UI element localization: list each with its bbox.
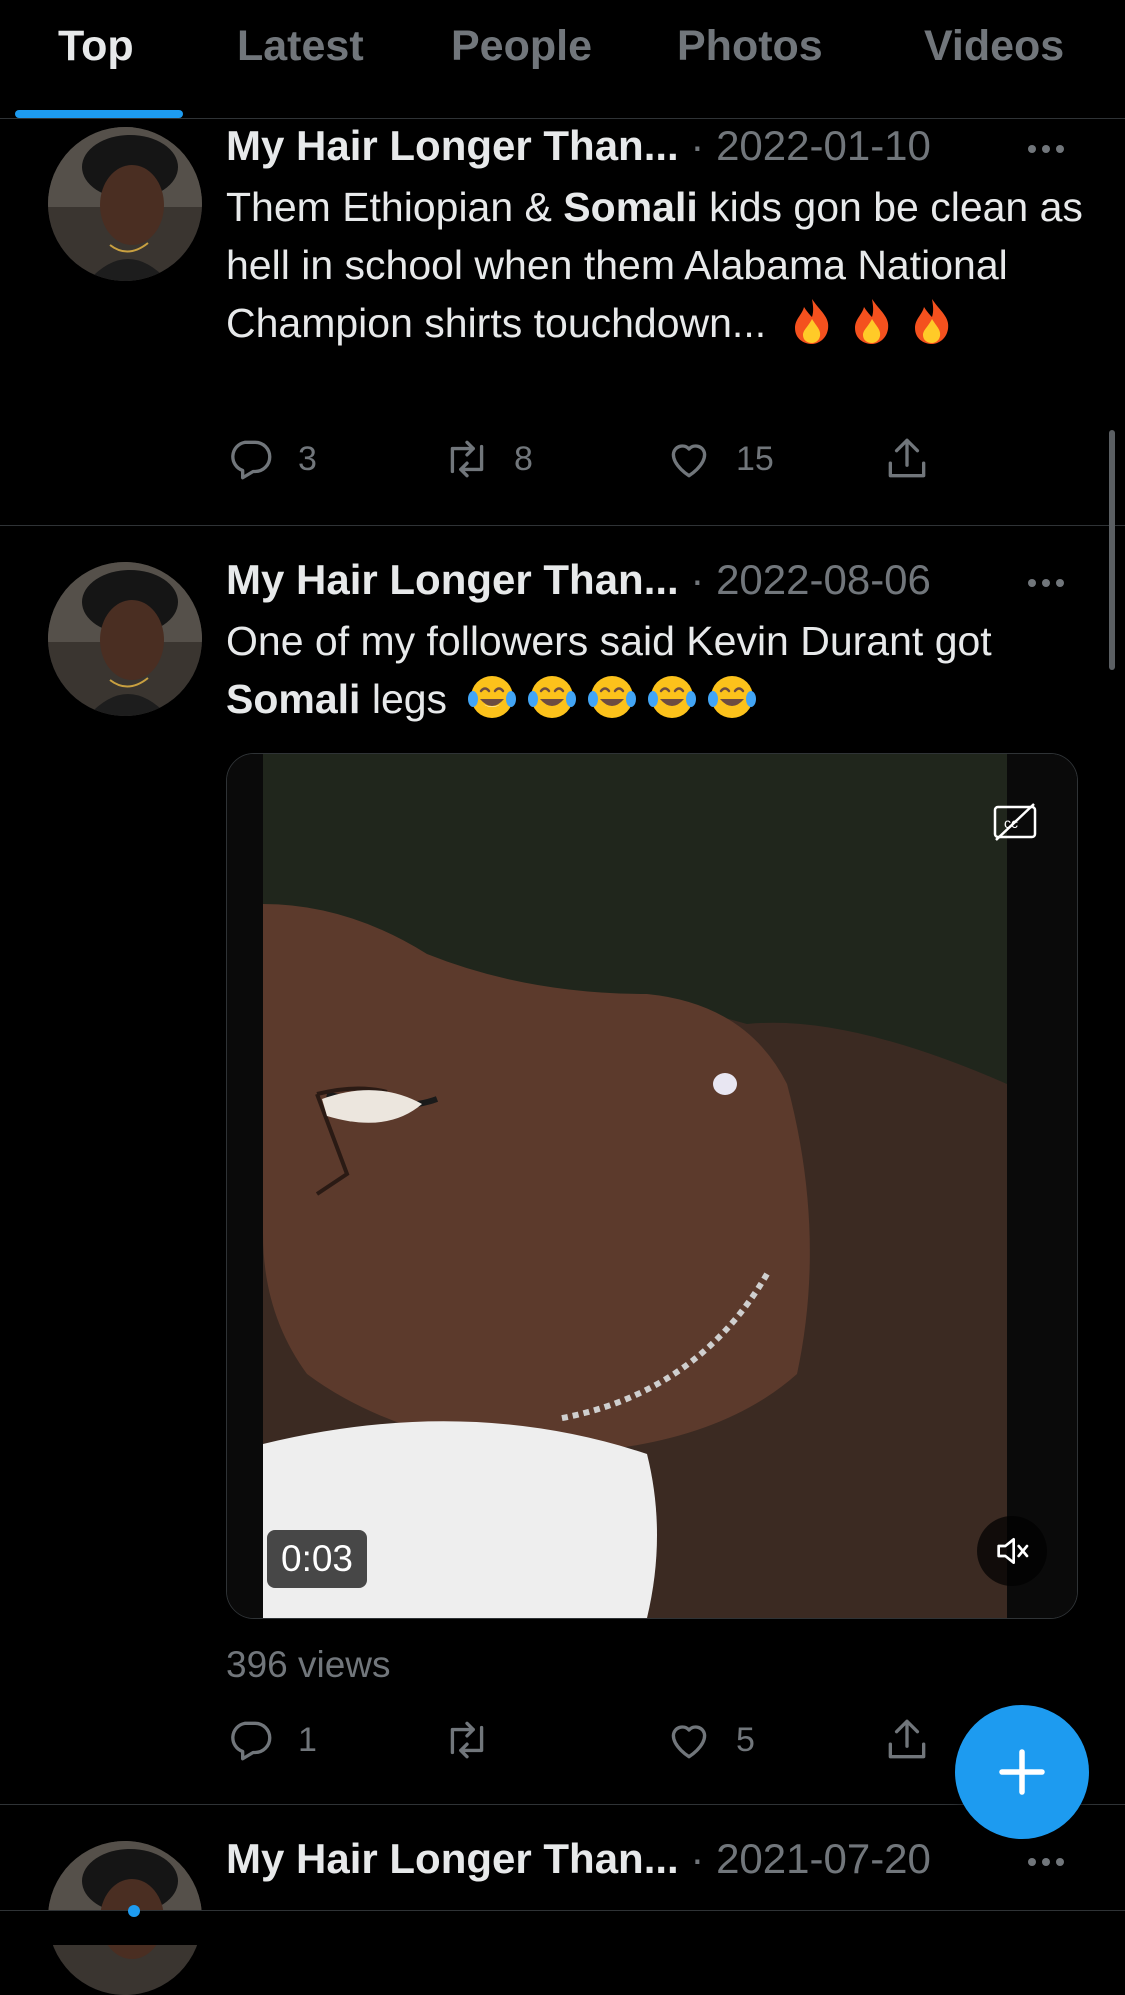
share-icon <box>888 438 926 478</box>
tears-of-joy-emoji-icon <box>528 676 577 718</box>
captions-icon[interactable]: cc <box>992 802 1038 842</box>
separator: · <box>690 556 705 603</box>
like-count: 15 <box>736 439 774 478</box>
reply-icon <box>231 440 272 480</box>
tweet-date[interactable]: 2022-08-06 <box>716 556 931 603</box>
reply-button[interactable]: 3 <box>226 429 317 489</box>
tweet-date[interactable]: 2022-01-10 <box>716 122 931 169</box>
plus-icon <box>999 1749 1045 1795</box>
tweet-header: My Hair Longer Than... · 2022-01-10 <box>226 122 931 176</box>
tweet-text-part: legs <box>360 676 459 722</box>
separator: · <box>690 122 705 169</box>
scrollbar[interactable] <box>1109 430 1115 670</box>
retweet-button[interactable] <box>442 1710 514 1770</box>
compose-button[interactable] <box>955 1705 1089 1839</box>
svg-text:cc: cc <box>1004 815 1018 831</box>
tweet[interactable]: My Hair Longer Than... · 2022-01-10 Them… <box>0 118 1125 526</box>
active-tab-indicator <box>15 110 183 118</box>
video-frame <box>227 754 1077 1618</box>
retweet-count: 8 <box>514 439 533 478</box>
tweet-date[interactable]: 2021-07-20 <box>716 1835 931 1882</box>
tears-of-joy-emoji-icon <box>708 676 757 718</box>
like-button[interactable]: 15 <box>664 429 774 489</box>
tweet-actions: 1 5 <box>226 1710 1026 1770</box>
tab-videos[interactable]: Videos <box>924 22 1064 71</box>
tears-of-joy-emoji-icon <box>588 676 637 718</box>
tab-latest[interactable]: Latest <box>237 22 364 71</box>
search-tabs: Top Latest People Photos Videos <box>0 0 1125 119</box>
like-button[interactable]: 5 <box>664 1710 755 1770</box>
retweet-button[interactable]: 8 <box>442 429 533 489</box>
tweet-text-part: Them Ethiopian & <box>226 184 564 230</box>
mute-button[interactable] <box>977 1516 1047 1586</box>
tab-top[interactable]: Top <box>58 22 134 71</box>
share-icon <box>888 1719 926 1759</box>
highlighted-term: Somali <box>226 676 361 722</box>
notification-dot <box>128 1905 140 1917</box>
heart-icon <box>671 444 707 478</box>
author-name[interactable]: My Hair Longer Than... <box>226 556 679 603</box>
tweet-header: My Hair Longer Than... · 2022-08-06 <box>226 556 931 610</box>
tweet-text: Them Ethiopian & Somali kids gon be clea… <box>226 178 1096 352</box>
reply-button[interactable]: 1 <box>226 1710 317 1770</box>
fire-emoji-icon <box>794 299 828 344</box>
tears-of-joy-emoji-icon <box>648 676 697 718</box>
more-icon[interactable] <box>1028 140 1072 160</box>
tweet-actions: 3 8 15 <box>226 429 1026 489</box>
tweet-text: One of my followers said Kevin Durant go… <box>226 612 1096 728</box>
highlighted-term: Somali <box>563 184 698 230</box>
author-name[interactable]: My Hair Longer Than... <box>226 1835 679 1882</box>
tears-of-joy-emoji-icon <box>468 676 517 718</box>
more-icon[interactable] <box>1028 1853 1072 1873</box>
tweet-text-part: One of my followers said Kevin Durant go… <box>226 618 992 664</box>
video-player[interactable]: cc 0:03 <box>226 753 1078 1619</box>
fire-emoji-icon <box>854 299 888 344</box>
reply-icon <box>231 1721 272 1761</box>
avatar[interactable] <box>48 562 202 716</box>
more-icon[interactable] <box>1028 574 1072 594</box>
view-count: 396 views <box>226 1644 391 1685</box>
share-button[interactable] <box>882 1710 932 1770</box>
avatar[interactable] <box>48 127 202 281</box>
share-button[interactable] <box>882 429 932 489</box>
heart-icon <box>671 1725 707 1759</box>
like-count: 5 <box>736 1720 755 1759</box>
reply-count: 1 <box>298 1720 317 1759</box>
video-duration: 0:03 <box>267 1530 368 1588</box>
tab-photos[interactable]: Photos <box>677 22 823 71</box>
author-name[interactable]: My Hair Longer Than... <box>226 122 679 169</box>
retweet-icon <box>450 1721 484 1759</box>
retweet-icon <box>450 440 484 478</box>
separator: · <box>690 1835 705 1882</box>
bottom-navigation <box>0 1905 1125 1945</box>
tab-people[interactable]: People <box>451 22 592 71</box>
tweet-header: My Hair Longer Than... · 2021-07-20 <box>226 1835 931 1889</box>
reply-count: 3 <box>298 439 317 478</box>
fire-emoji-icon <box>914 299 948 344</box>
muted-speaker-icon <box>997 1538 1029 1564</box>
